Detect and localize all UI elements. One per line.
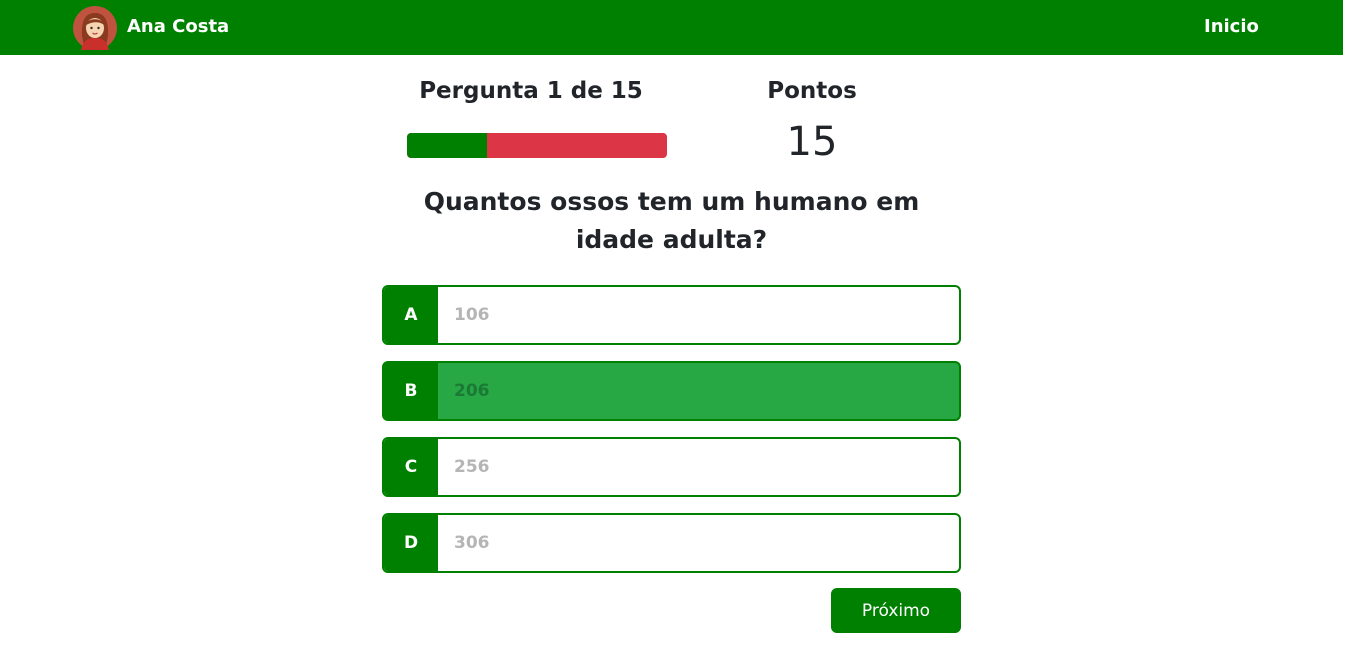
option-text: 206: [454, 381, 490, 401]
option-letter: C: [384, 439, 438, 495]
points-value: 15: [786, 119, 838, 165]
answer-option-b[interactable]: B 206: [382, 361, 961, 421]
progress-bar-fill: [407, 133, 487, 158]
option-text: 306: [454, 533, 490, 553]
question-counter: Pergunta 1 de 15: [419, 78, 643, 104]
option-letter: A: [384, 287, 438, 343]
answer-option-a[interactable]: A 106: [382, 285, 961, 345]
user-name: Ana Costa: [127, 16, 230, 37]
navbar: Ana Costa Inicio: [0, 0, 1343, 55]
question-text: Quantos ossos tem um humano em idade adu…: [423, 187, 920, 254]
option-letter: D: [384, 515, 438, 571]
progress-bar: [407, 133, 667, 158]
option-text: 106: [454, 305, 490, 325]
answer-option-c[interactable]: C 256: [382, 437, 961, 497]
answer-option-d[interactable]: D 306: [382, 513, 961, 573]
nav-home-link[interactable]: Inicio: [1204, 16, 1259, 38]
option-letter: B: [384, 363, 438, 419]
points-label: Pontos: [767, 78, 857, 104]
next-button[interactable]: Próximo: [831, 588, 961, 633]
user-avatar-icon[interactable]: [73, 6, 117, 50]
option-text: 256: [454, 457, 490, 477]
